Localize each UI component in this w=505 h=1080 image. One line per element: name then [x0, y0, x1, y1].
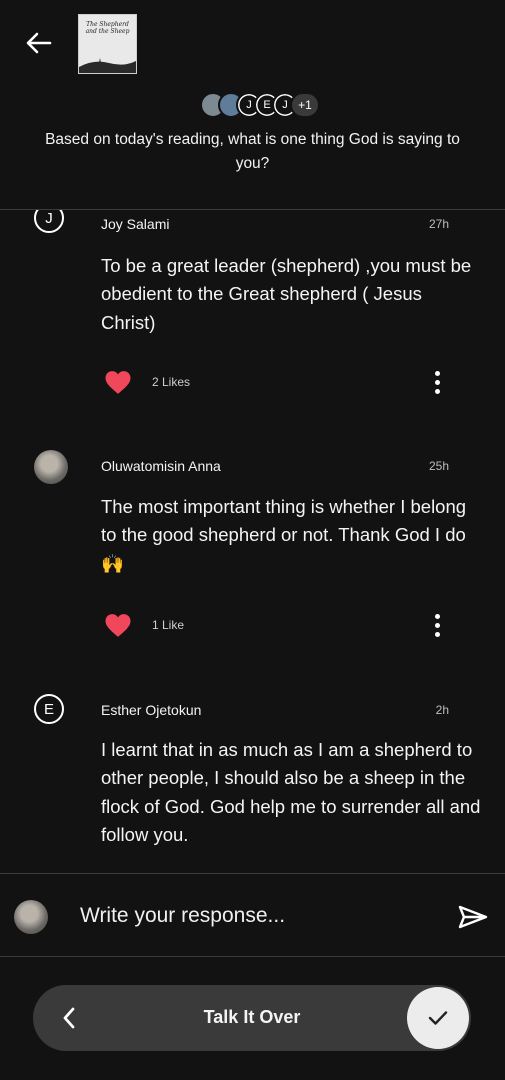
- thumbnail-landscape: [79, 58, 136, 73]
- dot: [434, 631, 440, 637]
- dot: [434, 388, 440, 394]
- commenter-name[interactable]: Esther Ojetokun: [101, 702, 201, 718]
- heart-icon: [105, 370, 131, 394]
- comment-text: To be a great leader (shepherd) ,you mus…: [101, 255, 472, 333]
- comment-text: The most important thing is whether I be…: [101, 496, 467, 574]
- dot: [434, 622, 440, 628]
- avatar[interactable]: [34, 450, 68, 484]
- thumbnail-title: The Shepherd and the Sheep: [85, 21, 130, 35]
- more-options-button[interactable]: [428, 610, 446, 640]
- avatar[interactable]: E: [34, 694, 64, 724]
- like-button[interactable]: [103, 610, 133, 640]
- arrow-left-icon: [26, 32, 52, 54]
- dot: [434, 370, 440, 376]
- comment-text: I learnt that in as much as I am a sheph…: [101, 739, 481, 845]
- comment-time: 27h: [428, 217, 449, 231]
- bar-title: Talk It Over: [203, 1007, 301, 1027]
- send-icon: [458, 905, 488, 929]
- check-icon: [428, 1011, 448, 1025]
- like-count[interactable]: 1 Like: [152, 618, 184, 632]
- reading-plan-thumbnail[interactable]: The Shepherd and the Sheep: [78, 14, 137, 74]
- response-composer: [0, 874, 505, 956]
- participant-avatars[interactable]: J E J +1: [200, 92, 320, 118]
- dot: [434, 613, 440, 619]
- more-options-button[interactable]: [428, 367, 446, 397]
- talk-it-over-bar: Talk It Over: [33, 985, 471, 1051]
- response-input[interactable]: [80, 896, 440, 936]
- comments-feed[interactable]: J Joy Salami 27h To be a great leader (s…: [0, 210, 505, 873]
- my-avatar: [14, 900, 48, 934]
- commenter-name[interactable]: Oluwatomisin Anna: [101, 458, 221, 474]
- avatar[interactable]: J: [34, 210, 64, 233]
- like-button[interactable]: [103, 367, 133, 397]
- commenter-name[interactable]: Joy Salami: [101, 216, 169, 232]
- like-count[interactable]: 2 Likes: [152, 375, 190, 389]
- discussion-question: Based on today's reading, what is one th…: [45, 131, 460, 172]
- complete-button[interactable]: [407, 987, 469, 1049]
- discussion-header: The Shepherd and the Sheep J E J +1 Base…: [0, 0, 505, 210]
- send-button[interactable]: [456, 902, 490, 932]
- back-button[interactable]: [20, 24, 58, 62]
- dot: [434, 379, 440, 385]
- comment-time: 2h: [435, 703, 449, 717]
- composer-divider: [0, 956, 505, 957]
- heart-icon: [105, 613, 131, 637]
- comment-time: 25h: [428, 459, 449, 473]
- more-participants-badge: +1: [290, 92, 320, 118]
